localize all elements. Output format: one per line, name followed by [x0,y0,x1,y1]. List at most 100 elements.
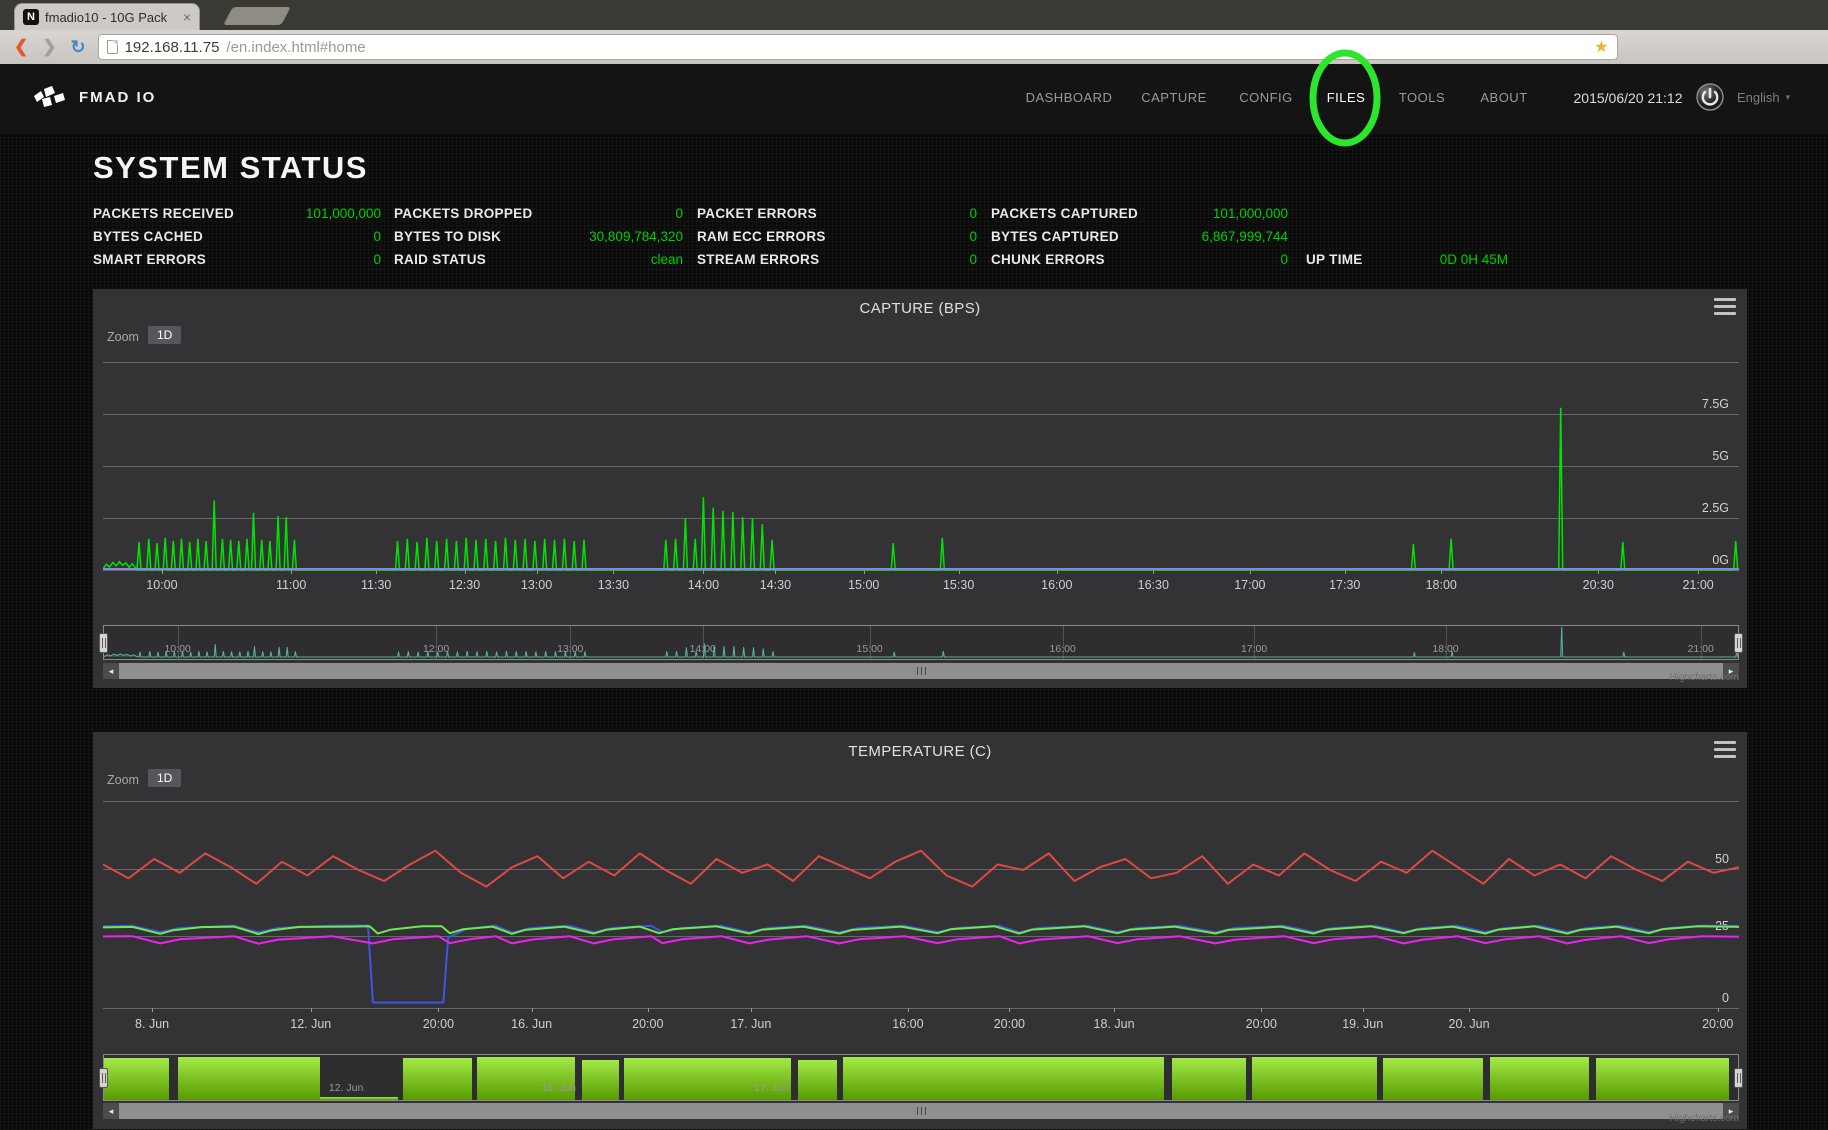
x-axis-label: 13:30 [598,578,629,592]
url-path: /en.index.html#home [226,39,365,56]
chart-title: CAPTURE (BPS) [93,300,1747,317]
x-axis-label: 20:00 [632,1017,663,1031]
power-icon[interactable] [1695,82,1725,117]
zoom-1d-button[interactable]: 1D [148,769,181,787]
brand[interactable]: FMAD IO [32,84,156,110]
navigator-area-segment [1490,1057,1590,1100]
url-bar[interactable]: 192.168.11.75 /en.index.html#home ★ [98,34,1618,60]
back-icon[interactable]: ❮ [14,37,28,57]
stat-label-up-time: UP TIME [1306,252,1363,267]
navigator-area-segment [178,1057,320,1100]
capture-chart-panel: CAPTURE (BPS)Zoom1D7.5G5G2.5G0G10:0011:0… [93,289,1747,688]
x-axis-label: 16:30 [1138,578,1169,592]
x-axis-label: 16. Jun [511,1017,552,1031]
stat-label-ram-ecc-errors: RAM ECC ERRORS [697,229,826,244]
bookmark-star-icon[interactable]: ★ [1594,37,1608,57]
navigator[interactable]: 12. Jun 16. Jun 17. Jun [103,1054,1739,1101]
x-axis-label: 20:00 [1702,1017,1733,1031]
x-axis-label: 20:30 [1583,578,1614,592]
x-axis-label: 18:00 [1426,578,1457,592]
x-axis-label: 15:30 [943,578,974,592]
x-axis-label: 8. Jun [135,1017,169,1031]
zoom-1d-button[interactable]: 1D [148,326,181,344]
stat-label-packets-captured: PACKETS CAPTURED [991,206,1138,221]
stat-label-bytes-cached: BYTES CACHED [93,229,203,244]
x-axis-label: 17:30 [1329,578,1360,592]
navbar: FMAD IO DASHBOARD CAPTURE CONFIG FILES TOOLS… [0,64,1828,134]
navigator-left-handle[interactable] [99,633,108,653]
navigator[interactable]: 10:0012:0013:0014:0015:0016:0017:0018:00… [103,625,1739,660]
navigator-area-segment [1596,1058,1729,1100]
menu-item-config[interactable]: CONFIG [1239,90,1293,105]
tab-title: fmadio10 - 10G Pack [45,10,177,25]
menu-item-capture[interactable]: CAPTURE [1141,90,1207,105]
temp-sensor-blue-series [103,926,1739,1003]
x-axis-label: 14:30 [760,578,791,592]
chart-menu-button[interactable] [1714,741,1736,758]
navigator-right-handle[interactable] [1734,633,1743,653]
page-background: SYSTEM STATUS 101,000,000PACKETS RECEIVE… [0,134,1828,1130]
forward-icon[interactable]: ❯ [42,37,56,57]
stat-label-packet-errors: PACKET ERRORS [697,206,817,221]
tab-close-icon[interactable]: × [183,10,191,24]
x-axis-label: 11:30 [361,578,391,592]
temp-sensor-magenta-series [103,936,1739,944]
navigator-series [104,627,1739,657]
navigator-area-segment [1172,1058,1246,1100]
favicon: N [23,9,39,25]
x-axis-label: 20:00 [423,1017,454,1031]
url-host: 192.168.11.75 [125,39,220,56]
menu-item-tools[interactable]: TOOLS [1399,90,1445,105]
navigator-area-segment [1383,1058,1483,1100]
fmadio-logo [32,84,66,110]
scrollbar[interactable]: ◂▸ [103,663,1739,679]
x-axis-label: 16:00 [892,1017,923,1031]
scrollbar-left-arrow[interactable]: ◂ [103,1103,119,1119]
stat-label-packets-received: PACKETS RECEIVED [93,206,234,221]
x-axis-label: 20. Jun [1449,1017,1490,1031]
navigator-area-segment [843,1057,1164,1100]
page-title: SYSTEM STATUS [93,150,368,186]
navigator-area-segment [1252,1057,1376,1100]
reload-icon[interactable]: ↻ [71,37,86,58]
navigator-area-segment [798,1060,837,1101]
scrollbar-grip[interactable] [917,667,926,675]
chevron-down-icon: ▾ [1786,92,1791,103]
chart-menu-button[interactable] [1714,298,1736,315]
x-axis-label: 11:00 [276,578,306,592]
new-tab-button[interactable] [223,7,291,25]
navigator-label: 16. Jun [542,1082,576,1094]
navigator-area-segment [403,1058,472,1100]
browser-tab-strip: N fmadio10 - 10G Pack × [0,0,1828,30]
x-axis-label: 13:00 [521,578,552,592]
x-axis-label: 18. Jun [1094,1017,1135,1031]
browser-tab[interactable]: N fmadio10 - 10G Pack × [14,3,200,30]
highcharts-credit[interactable]: Highcharts.com [1670,1113,1739,1124]
menu-item-files[interactable]: FILES [1327,90,1366,105]
browser-toolbar: ❮ ❯ ↻ 192.168.11.75 /en.index.html#home … [0,30,1828,64]
capture-series [103,408,1739,570]
navigator-area-segment [320,1097,399,1100]
plot-area[interactable] [103,801,1739,1010]
navbar-timestamp: 2015/06/20 21:12 [1574,90,1683,106]
menu-item-dashboard[interactable]: DASHBOARD [1026,90,1113,105]
navigator-label: 17. Jun [754,1082,788,1094]
scrollbar-grip[interactable] [917,1107,926,1115]
navigator-right-handle[interactable] [1734,1068,1743,1088]
highcharts-credit[interactable]: Highcharts.com [1670,672,1739,683]
stat-label-stream-errors: STREAM ERRORS [697,252,819,267]
x-axis-label: 17. Jun [730,1017,771,1031]
stat-label-bytes-to-disk: BYTES TO DISK [394,229,501,244]
scrollbar-left-arrow[interactable]: ◂ [103,663,119,679]
x-axis-label: 16:00 [1041,578,1072,592]
language-selector[interactable]: English ▾ [1737,90,1790,105]
temperature-chart-panel: TEMPERATURE (C)Zoom1D502508. Jun12. Jun2… [93,732,1747,1129]
brand-label: FMAD IO [79,89,156,106]
navigator-label: 12. Jun [329,1082,363,1094]
plot-area[interactable] [103,362,1739,572]
navigator-left-handle[interactable] [99,1068,108,1088]
x-axis-label: 10:00 [146,578,177,592]
page-icon [107,40,118,54]
scrollbar[interactable]: ◂▸ [103,1103,1739,1119]
menu-item-about[interactable]: ABOUT [1480,90,1527,105]
